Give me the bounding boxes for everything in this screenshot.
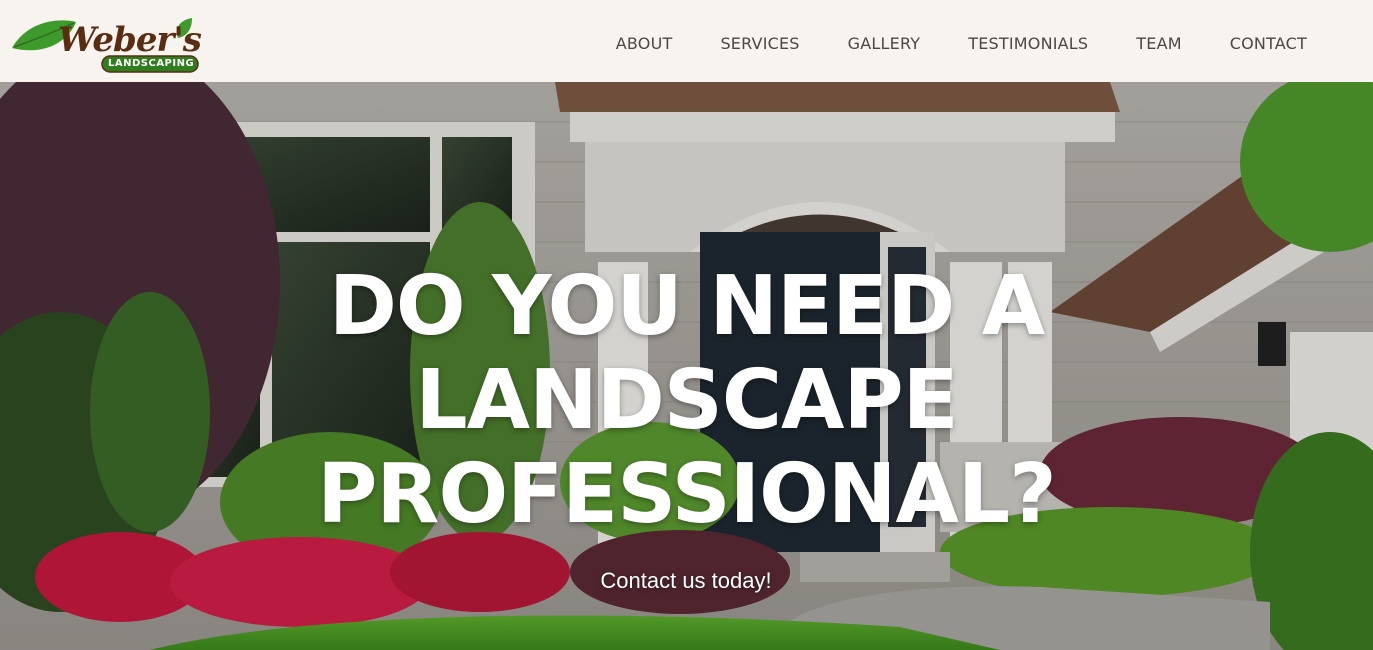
hero-headline: DO YOU NEED A LANDSCAPE PROFESSIONAL? [250, 260, 1123, 542]
nav-testimonials[interactable]: TESTIMONIALS [968, 34, 1088, 53]
nav-contact[interactable]: CONTACT [1230, 34, 1307, 53]
logo-wordmark: Weber's [58, 20, 202, 60]
main-nav: ABOUT SERVICES GALLERY TESTIMONIALS TEAM… [616, 34, 1307, 53]
nav-services[interactable]: SERVICES [720, 34, 799, 53]
site-header: Weber's LANDSCAPING ABOUT SERVICES GALLE… [0, 0, 1373, 82]
nav-gallery[interactable]: GALLERY [848, 34, 921, 53]
hero-section: DO YOU NEED A LANDSCAPE PROFESSIONAL? Co… [0, 82, 1373, 650]
headline-line-1: DO YOU NEED A [328, 259, 1045, 354]
headline-line-3: PROFESSIONAL? [317, 447, 1057, 542]
nav-about[interactable]: ABOUT [616, 34, 673, 53]
nav-team[interactable]: TEAM [1136, 34, 1181, 53]
logo-tagline: LANDSCAPING [108, 58, 195, 69]
hero-cta-text[interactable]: Contact us today! [486, 568, 886, 594]
headline-line-2: LANDSCAPE [415, 353, 958, 448]
site-logo[interactable]: Weber's LANDSCAPING [10, 14, 202, 76]
